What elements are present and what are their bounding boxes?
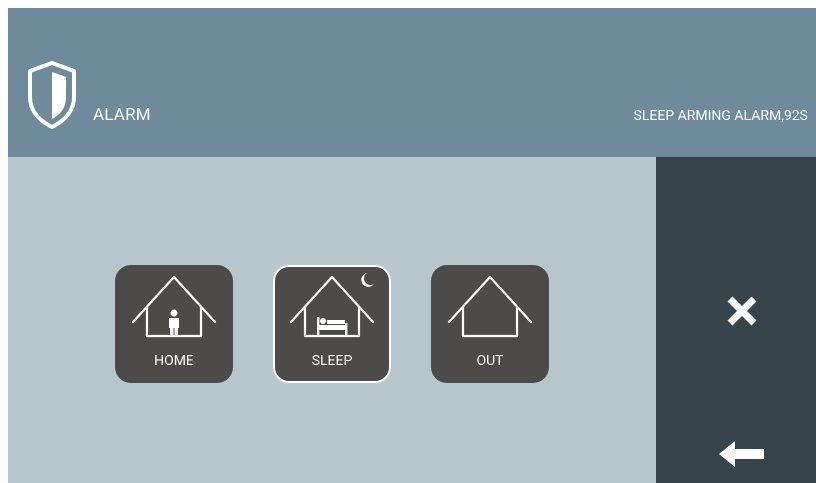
- side-panel: [656, 157, 816, 483]
- close-icon[interactable]: [725, 294, 759, 328]
- page-title: ALARM: [93, 105, 151, 125]
- mode-panel: HOME SLEEP OUT: [8, 157, 656, 483]
- shield-icon: [28, 61, 76, 129]
- header-bar: ALARM SLEEP ARMING ALARM,92S: [8, 8, 816, 157]
- alarm-screen: ALARM SLEEP ARMING ALARM,92S HOME SLEEP …: [8, 8, 816, 483]
- sleep-mode-button[interactable]: SLEEP: [273, 265, 391, 383]
- home-mode-label: HOME: [154, 353, 194, 369]
- out-mode-button[interactable]: OUT: [431, 265, 549, 383]
- out-mode-label: OUT: [476, 353, 504, 369]
- home-mode-button[interactable]: HOME: [115, 265, 233, 383]
- arming-status-text: SLEEP ARMING ALARM,92S: [633, 108, 808, 124]
- back-arrow-icon[interactable]: [719, 439, 765, 469]
- sleep-mode-label: SLEEP: [311, 353, 353, 369]
